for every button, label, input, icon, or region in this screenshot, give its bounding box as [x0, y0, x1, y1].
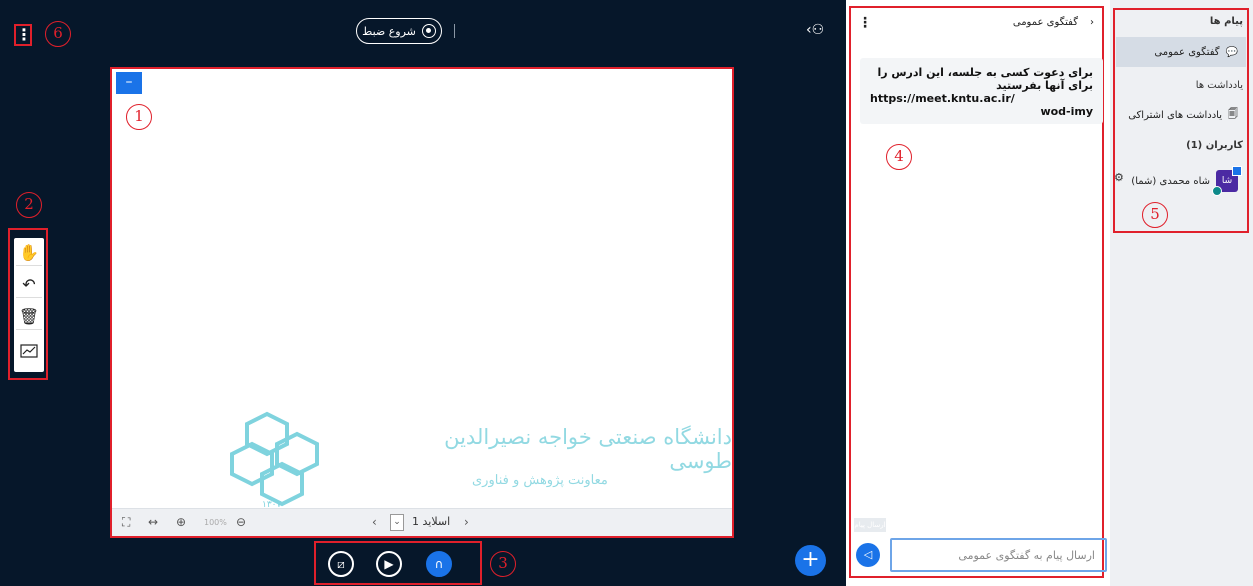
record-icon — [421, 24, 436, 38]
ghost-label: ارسال پیام — [854, 518, 886, 532]
sidebar-item-shared-notes[interactable]: 🗐 یادداشت های اشتراکی — [1116, 100, 1246, 130]
annotation-1: 1 — [126, 104, 152, 130]
presentation-area: – 1 ۱۳۰۷ دانشگاه صنعتی خواجه نصیرالدین ط… — [110, 67, 734, 538]
headphones-icon[interactable]: ∩ — [426, 551, 452, 577]
presenter-icon — [1232, 166, 1242, 176]
zoom-level: 100% — [204, 518, 227, 527]
back-chevron-icon[interactable]: ‹ — [1090, 17, 1094, 28]
slide-select[interactable]: ⌄ — [390, 514, 404, 531]
logo-subtitle: معاونت پژوهش و فناوری — [472, 473, 608, 488]
users-toggle-icon[interactable]: ‹⚇ — [806, 22, 824, 38]
minimize-presentation-button[interactable]: – — [116, 72, 142, 94]
record-button[interactable]: شروع ضبط — [356, 18, 442, 44]
user-sidebar: پیام ها 💬 گفتگوی عمومی یادداشت ها 🗐 یادد… — [1110, 0, 1253, 586]
annotation-5: 5 — [1142, 202, 1168, 228]
slide-label: اسلاید 1 — [412, 515, 451, 528]
camera-icon[interactable]: ▶ — [376, 551, 402, 577]
mic-icon — [1212, 186, 1222, 196]
message-text: برای دعوت کسی به جلسه، این ادرس را برای … — [877, 66, 1093, 92]
chat-bubble-icon: 💬 — [1225, 46, 1238, 58]
chat-title: گفتگوی عمومی — [1012, 17, 1078, 28]
chat-input[interactable]: ارسال پیام به گفتگوی عمومی — [890, 538, 1107, 572]
university-logo: ۱۳۰۷ — [230, 411, 319, 509]
options-menu-button[interactable]: ⋮ — [14, 24, 32, 46]
chat-panel: ‹ گفتگوی عمومی ⋮ برای دعوت کسی به جلسه، … — [846, 0, 1110, 586]
chat-header: ‹ گفتگوی عمومی ⋮ — [856, 15, 1096, 35]
prev-slide-icon[interactable]: ‹ — [372, 515, 377, 529]
annotation-2: 2 — [16, 192, 42, 218]
plus-icon[interactable]: + — [795, 545, 826, 576]
annotation-3: 3 — [490, 551, 516, 577]
annotation-6: 6 — [45, 21, 71, 47]
notes-title: یادداشت ها — [1195, 80, 1243, 91]
whiteboard-tools: ✋ ↶ 🗑 — [8, 228, 48, 380]
record-label: شروع ضبط — [362, 24, 416, 38]
annotation-4: 4 — [886, 144, 912, 170]
chat-menu-icon[interactable]: ⋮ — [858, 15, 872, 31]
user-name: شاه محمدی (شما) — [1131, 175, 1210, 187]
hand-icon[interactable]: ✋ — [16, 240, 42, 266]
avatar: شا — [1212, 166, 1242, 196]
undo-icon[interactable]: ↶ — [16, 272, 42, 298]
divider — [454, 24, 455, 38]
messages-title: پیام ها — [1209, 16, 1243, 27]
presentation-toolbar: ⛶ ↔ ⊕ 100% ⊖ ‹ ⌄ اسلاید 1 › — [112, 508, 732, 536]
notes-icon: 🗐 — [1228, 108, 1238, 120]
zoom-in-icon[interactable]: ⊕ — [176, 515, 186, 529]
users-title: کاربران (1) — [1186, 140, 1243, 151]
public-chat-label: گفتگوی عمومی — [1154, 46, 1220, 58]
media-controls: ⧄ ▶ ∩ — [314, 541, 482, 585]
sidebar-item-public-chat[interactable]: 💬 گفتگوی عمومی — [1116, 37, 1246, 67]
chart-icon[interactable] — [16, 338, 42, 364]
logo-title: دانشگاه صنعتی خواجه نصیرالدین طوسی — [444, 425, 732, 473]
screen-share-icon[interactable]: ⧄ — [328, 551, 354, 577]
app-root: ⋮ 6 شروع ضبط ‹⚇ – 1 ۱۳۰۷ دانشگاه صنعتی خ… — [0, 0, 1253, 586]
fullscreen-icon[interactable]: ⛶ — [122, 515, 130, 530]
message-tail: wod-imy — [1040, 105, 1093, 118]
send-icon[interactable]: ◁ — [856, 543, 880, 567]
presentation-stage: ⋮ 6 شروع ضبط ‹⚇ – 1 ۱۳۰۷ دانشگاه صنعتی خ… — [0, 0, 846, 586]
fit-width-icon[interactable]: ↔ — [148, 515, 158, 529]
next-slide-icon[interactable]: › — [464, 515, 469, 529]
shared-notes-label: یادداشت های اشتراکی — [1128, 109, 1222, 121]
zoom-out-icon[interactable]: ⊖ — [236, 515, 246, 529]
trash-icon[interactable]: 🗑 — [16, 304, 42, 330]
message-link[interactable]: https://meet.kntu.ac.ir/ — [870, 92, 1093, 105]
user-list-item[interactable]: شا شاه محمدی (شما) — [1116, 166, 1246, 196]
chat-message: برای دعوت کسی به جلسه، این ادرس را برای … — [860, 58, 1103, 124]
